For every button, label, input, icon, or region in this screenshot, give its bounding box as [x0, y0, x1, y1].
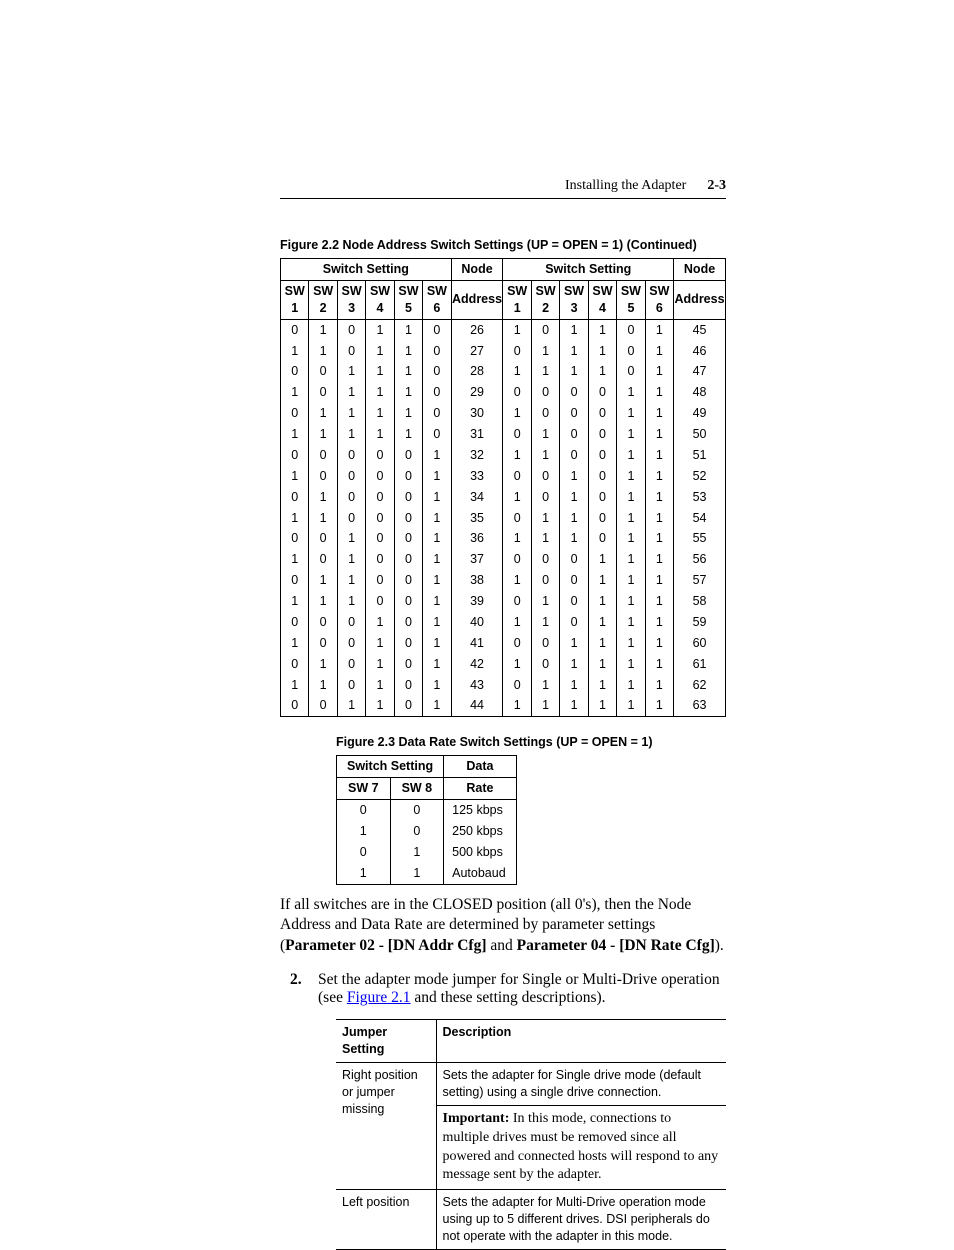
- th-rate: Rate: [444, 778, 517, 800]
- th-sw2-r: SW 2: [531, 280, 559, 319]
- th-sw6-l: SW 6: [423, 280, 451, 319]
- table-row: 0110013810011157: [281, 570, 726, 591]
- closed-position-paragraph: If all switches are in the CLOSED positi…: [280, 895, 726, 958]
- jumper-left-desc: Sets the adapter for Multi-Drive operati…: [436, 1190, 726, 1250]
- jumper-right-position: Right position or jumper missing: [336, 1063, 436, 1190]
- th-data: Data: [444, 756, 517, 778]
- table-row: 1001014100111160: [281, 633, 726, 654]
- figure-2-2-caption: Figure 2.2 Node Address Switch Settings …: [280, 238, 726, 252]
- table-row: 1000013300101152: [281, 466, 726, 487]
- th-node-left: Node: [451, 259, 503, 281]
- table-row: 1100013501101154: [281, 508, 726, 529]
- th-sw1-r: SW 1: [503, 280, 531, 319]
- table-row: 00125 kbps: [337, 800, 517, 821]
- table-row: 1010013700011156: [281, 549, 726, 570]
- table-row: Left position Sets the adapter for Multi…: [336, 1190, 726, 1250]
- th-description: Description: [436, 1020, 726, 1063]
- table-row: 11Autobaud: [337, 863, 517, 884]
- table-row: Right position or jumper missing Sets th…: [336, 1063, 726, 1106]
- page-number: 2-3: [707, 178, 726, 193]
- th-sw4-l: SW 4: [366, 280, 394, 319]
- data-rate-table: Switch Setting Data SW 7 SW 8 Rate 00125…: [336, 755, 517, 884]
- th-sw3-l: SW 3: [337, 280, 365, 319]
- table-row: 0010013611101155: [281, 528, 726, 549]
- table-row: 01500 kbps: [337, 842, 517, 863]
- th-switch-setting-right: Switch Setting: [503, 259, 674, 281]
- th-sw2-l: SW 2: [309, 280, 337, 319]
- table-row: 0011014411111163: [281, 695, 726, 716]
- jumper-setting-table: Jumper Setting Description Right positio…: [336, 1019, 726, 1250]
- table-row: 1101014301111162: [281, 675, 726, 696]
- table-row: 0111103010001149: [281, 403, 726, 424]
- table-row: 0001014011011159: [281, 612, 726, 633]
- th-jumper-setting: Jumper Setting: [336, 1020, 436, 1063]
- th-sw3-r: SW 3: [560, 280, 588, 319]
- th-sw5-l: SW 5: [394, 280, 422, 319]
- th-sw4-r: SW 4: [588, 280, 616, 319]
- step-number: 2.: [290, 971, 302, 989]
- th-sw7: SW 7: [337, 778, 391, 800]
- th-switch-setting-left: Switch Setting: [281, 259, 452, 281]
- table-row: 1101102701110146: [281, 341, 726, 362]
- table-row: 1011102900001148: [281, 382, 726, 403]
- th-node-right: Node: [674, 259, 726, 281]
- th-addr-r: Address: [674, 280, 726, 319]
- table-row: 0101014210111161: [281, 654, 726, 675]
- section-title: Installing the Adapter: [565, 178, 686, 193]
- table-row: 1111103101001150: [281, 424, 726, 445]
- jumper-right-desc1: Sets the adapter for Single drive mode (…: [436, 1063, 726, 1106]
- header-rule: [280, 198, 726, 199]
- table-row: 10250 kbps: [337, 821, 517, 842]
- th-sw6-r: SW 6: [645, 280, 673, 319]
- th-addr-l: Address: [451, 280, 503, 319]
- table-row: 0000013211001151: [281, 445, 726, 466]
- th-switch-setting: Switch Setting: [337, 756, 444, 778]
- running-header: Installing the Adapter 2-3: [565, 178, 726, 194]
- table-row: 1110013901011158: [281, 591, 726, 612]
- table-row: 0011102811110147: [281, 361, 726, 382]
- th-sw1-l: SW 1: [281, 280, 309, 319]
- figure-2-1-link[interactable]: Figure 2.1: [347, 989, 411, 1006]
- figure-2-3-caption: Figure 2.3 Data Rate Switch Settings (UP…: [336, 735, 726, 749]
- th-sw8: SW 8: [390, 778, 444, 800]
- jumper-right-important: Important: In this mode, connections to …: [436, 1105, 726, 1190]
- th-sw5-r: SW 5: [617, 280, 645, 319]
- step-2: 2. Set the adapter mode jumper for Singl…: [308, 971, 726, 1007]
- jumper-left-position: Left position: [336, 1190, 436, 1250]
- node-address-table: Switch Setting Node Switch Setting Node …: [280, 258, 726, 717]
- table-row: 0100013410101153: [281, 487, 726, 508]
- table-row: 0101102610110145: [281, 319, 726, 340]
